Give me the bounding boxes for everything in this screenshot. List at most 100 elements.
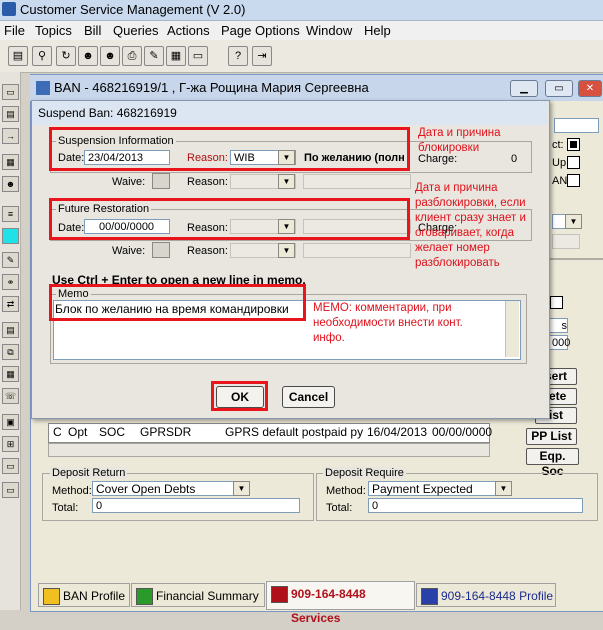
- deposit-require-total-label: Total:: [326, 502, 353, 514]
- chevron-down-icon[interactable]: ▼: [233, 481, 250, 496]
- doc-icon[interactable]: ▭: [188, 46, 208, 66]
- suspension-waive-reason-label: Reason:: [187, 176, 228, 188]
- agent2-icon[interactable]: ☻: [100, 46, 120, 66]
- minimize-button[interactable]: ▁: [510, 80, 538, 97]
- transfer-icon[interactable]: ⇄: [2, 296, 19, 312]
- table-icon[interactable]: ▦: [2, 366, 19, 382]
- deposit-require-method-label: Method:: [326, 485, 366, 497]
- list-icon[interactable]: ≡: [2, 206, 19, 222]
- suspension-waive-label: Waive:: [112, 176, 146, 188]
- future-waive-desc: [303, 243, 411, 258]
- deposit-require-total[interactable]: 0: [368, 498, 583, 513]
- link-icon[interactable]: ⚭: [2, 274, 19, 290]
- annotation-suspension: Дата и причина блокировки: [418, 127, 501, 154]
- services-opt: Opt: [68, 425, 88, 439]
- services-code: GPRSDR: [140, 425, 192, 439]
- right-field-2: [552, 234, 580, 249]
- arrow-icon[interactable]: →: [2, 128, 19, 144]
- deposit-return-label: Deposit Return: [50, 467, 128, 479]
- exit-icon[interactable]: ⇥: [252, 46, 272, 66]
- maximize-button[interactable]: ▭: [545, 80, 573, 97]
- suspension-waive-checkbox[interactable]: [152, 173, 170, 189]
- highlight-memo: [49, 284, 306, 321]
- close-button[interactable]: ✕: [578, 80, 602, 97]
- right-checkbox-1[interactable]: [567, 138, 580, 151]
- phone-icon[interactable]: ☏: [2, 388, 19, 404]
- chevron-down-icon: ▼: [278, 243, 295, 258]
- ban-window-icon: [36, 81, 50, 95]
- grid-icon[interactable]: ▦: [2, 154, 19, 170]
- page-icon[interactable]: ▤: [2, 106, 19, 122]
- chevron-down-icon[interactable]: ▼: [495, 481, 512, 496]
- app-icon: [2, 2, 16, 16]
- menu-window[interactable]: Window: [306, 23, 352, 38]
- right-checkbox-3[interactable]: [567, 174, 580, 187]
- tab-ban-profile[interactable]: BAN Profile: [38, 583, 130, 607]
- suspension-charge-value: 0: [511, 153, 518, 165]
- tab-services[interactable]: 909-164-8448 Services: [266, 581, 415, 625]
- horizontal-scrollbar[interactable]: [48, 443, 490, 457]
- refresh-icon[interactable]: ↻: [56, 46, 76, 66]
- dialog-title: Suspend Ban: 468216919: [38, 106, 177, 120]
- services-soc: SOC: [99, 425, 126, 439]
- folder2-icon[interactable]: ▭: [2, 482, 19, 498]
- future-waive-label: Waive:: [112, 245, 146, 257]
- highlight-suspension: [49, 127, 410, 171]
- pen-icon[interactable]: ✎: [2, 252, 19, 268]
- left-toolstrip: [0, 72, 21, 610]
- folder-icon[interactable]: ▭: [2, 84, 19, 100]
- financial-icon: [136, 588, 153, 605]
- print-icon[interactable]: ⎙: [122, 46, 142, 66]
- menu-bill[interactable]: Bill: [84, 23, 101, 38]
- future-waive-reason-label: Reason:: [187, 245, 228, 257]
- right-number-1: s: [548, 318, 568, 333]
- menu-file[interactable]: File: [4, 23, 25, 38]
- right-label-ct: ct:: [552, 139, 564, 151]
- memo-scrollbar[interactable]: [505, 301, 519, 357]
- menu-topics[interactable]: Topics: [35, 23, 72, 38]
- tools-icon[interactable]: ✎: [144, 46, 164, 66]
- menu-queries[interactable]: Queries: [113, 23, 159, 38]
- deposit-require-method-select[interactable]: Payment Expected: [368, 481, 512, 496]
- note-icon[interactable]: ▤: [2, 322, 19, 338]
- eqp-soc-button[interactable]: Eqp. Soc: [526, 448, 579, 478]
- help-icon[interactable]: ?: [228, 46, 248, 66]
- deposit-return-total[interactable]: 0: [92, 498, 300, 513]
- cancel-button[interactable]: Cancel: [282, 386, 335, 408]
- right-checkbox-4[interactable]: [550, 296, 563, 309]
- menu-help[interactable]: Help: [364, 23, 391, 38]
- chevron-down-icon: ▼: [278, 174, 295, 189]
- deposit-return-method-select[interactable]: Cover Open Debts: [92, 481, 250, 496]
- highlight-future-restoration: [49, 198, 410, 240]
- highlight-ok: [211, 381, 268, 411]
- future-waive-checkbox[interactable]: [152, 242, 170, 258]
- agent-small-icon[interactable]: ☻: [2, 176, 19, 192]
- services-end: 00/00/0000: [432, 425, 493, 439]
- deposit-require-label: Deposit Require: [323, 467, 406, 479]
- customer-icon[interactable]: ▤: [8, 46, 28, 66]
- menu-actions[interactable]: Actions: [167, 23, 210, 38]
- ban-window-title: BAN - 468216919/1 , Г-жа Рощина Мария Се…: [54, 80, 369, 95]
- services-start: 16/04/2013: [367, 425, 428, 439]
- suspension-waive-desc: [303, 174, 411, 189]
- services-desc: GPRS default postpaid pyı: [225, 425, 363, 439]
- pp-list-button[interactable]: PP List: [526, 428, 577, 445]
- tree-icon[interactable]: ⊞: [2, 436, 19, 452]
- copy-icon[interactable]: ⧉: [2, 344, 19, 360]
- menu-page-options[interactable]: Page Options: [221, 23, 300, 38]
- save-icon[interactable]: ▣: [2, 414, 19, 430]
- agent-icon[interactable]: ☻: [78, 46, 98, 66]
- dialog-titlebar: Suspend Ban: 468216919: [32, 101, 548, 125]
- color-icon[interactable]: [2, 228, 19, 244]
- search-icon[interactable]: ⚲: [32, 46, 52, 66]
- right-checkbox-2[interactable]: [567, 156, 580, 169]
- calc-icon[interactable]: ▦: [166, 46, 186, 66]
- right-divider: [548, 258, 603, 260]
- app-title-bar: Customer Service Management (V 2.0): [0, 0, 603, 21]
- window-icon[interactable]: ▭: [2, 458, 19, 474]
- right-field-1[interactable]: [554, 118, 599, 133]
- deposit-return-method-label: Method:: [52, 485, 92, 497]
- tab-financial-summary[interactable]: Financial Summary: [131, 583, 265, 607]
- tab-profile[interactable]: 909-164-8448 Profile: [416, 583, 556, 607]
- chevron-down-icon[interactable]: ▼: [565, 214, 582, 229]
